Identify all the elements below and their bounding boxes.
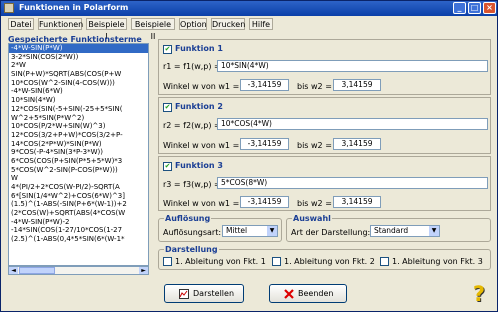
maximize-button[interactable]: □ [468,2,481,14]
list-item[interactable]: (1.5)^(1-ABS(-SIN(P+6*(W-1))+2 [9,200,148,209]
menu-beispiele-2[interactable]: Beispiele II [131,18,175,41]
help-icon[interactable]: ? [467,282,491,306]
function-1-w1-input[interactable]: -3,14159 [240,79,289,91]
function-list[interactable]: -4*W-SIN(P*W) 3-2*SIN(COS(2*W)) 2*W SIN(… [8,43,149,266]
function-3-expression-input[interactable]: 5*COS(8*W) [217,177,488,189]
function-3-w2-input[interactable]: 3,14159 [333,196,381,208]
function-3-bis-label: bis w2 = [297,199,332,208]
list-item[interactable]: 14*COS(2*P*W)*SIN(P*W) [9,140,148,149]
list-item[interactable]: 3-2*SIN(COS(2*W)) [9,53,148,62]
darstellen-button[interactable]: Darstellen [164,284,244,303]
auswahl-label: Art der Darstellung: [291,228,371,237]
auswahl-title: Auswahl [292,214,332,223]
list-item[interactable]: 2*W [9,61,148,70]
beenden-button[interactable]: Beenden [269,284,347,303]
aufloesung-group: Auflösung Auflösungsart: Mittel ▼ [158,214,282,242]
function-1-checkbox[interactable] [163,45,172,54]
function-2-checkbox[interactable] [163,103,172,112]
function-3-panel: Funktion 3 r3 = f3(w,p) = 5*COS(8*W) Win… [158,156,491,211]
aufloesung-label: Auflösungsart: [163,228,222,237]
ableitung-2-checkbox[interactable] [272,257,281,266]
beenden-label: Beenden [298,289,334,298]
list-item[interactable]: -14*SIN(COS(1-27/10*COS(1-27 [9,226,148,235]
aufloesung-value: Mittel [226,226,248,235]
list-item[interactable]: (2.5)^(1-ABS(0,4*5*SIN(6*(W-1* [9,235,148,244]
function-1-w2-input[interactable]: 3,14159 [333,79,381,91]
function-2-label: r2 = f2(w,p) = [163,121,221,130]
auswahl-select[interactable]: Standard ▼ [370,225,440,237]
function-3-title: Funktion 3 [175,161,223,170]
function-1-expression-input[interactable]: 10*SIN(4*W) [217,60,488,72]
function-3-winkel-label: Winkel w von w1 = [163,199,240,208]
list-item[interactable]: 6*COS(COS(P+SIN(P*5+5*W)*3 [9,157,148,166]
list-item[interactable]: 4*(PI/2+2*COS(W-PI/2)-SQRT(A [9,183,148,192]
function-3-checkbox[interactable] [163,162,172,171]
function-2-panel: Funktion 2 r2 = f2(w,p) = 10*COS(4*W) Wi… [158,97,491,154]
menu-beispiele-1[interactable]: Beispiele I [86,18,127,41]
function-3-label: r3 = f3(w,p) = [163,180,221,189]
function-1-panel: Funktion 1 r1 = f1(w,p) = 10*SIN(4*W) Wi… [158,39,491,95]
function-2-title: Funktion 2 [175,102,223,111]
ableitung-1-label: 1. Ableitung von Fkt. 1 [175,257,266,266]
function-2-expression-input[interactable]: 10*COS(4*W) [217,118,488,130]
list-item[interactable]: (2*COS(W)+SQRT(ABS(4*COS(W [9,209,148,218]
menu-drucken[interactable]: Drucken [211,18,245,30]
darstellung-title: Darstellung [164,245,219,254]
auswahl-group: Auswahl Art der Darstellung: Standard ▼ [286,214,491,242]
menu-bar: Datei Funktionen Beispiele I Beispiele I… [1,16,497,41]
function-1-title: Funktion 1 [175,44,223,53]
ableitung-3-checkbox[interactable] [380,257,389,266]
function-2-winkel-label: Winkel w von w1 = [163,141,240,150]
function-1-bis-label: bis w2 = [297,82,332,91]
list-item[interactable]: 10*SIN(4*W) [9,96,148,105]
menu-hilfe[interactable]: Hilfe [249,18,273,30]
aufloesung-title: Auflösung [164,214,212,223]
list-item[interactable]: 6*[SIN(1/4*W^2)+COS(6*W)^3] [9,192,148,201]
ableitung-1-checkbox[interactable] [163,257,172,266]
chevron-down-icon[interactable]: ▼ [267,226,277,236]
list-item[interactable]: 10*COS(W^2-SIN(4-COS(W))) [9,79,148,88]
chevron-down-icon[interactable]: ▼ [429,226,439,236]
chart-icon [179,288,189,299]
list-item[interactable]: 12*COS(SIN(-5+SIN(-25+5*SIN( [9,105,148,114]
darstellen-label: Darstellen [193,289,235,298]
menu-option[interactable]: Option [179,18,207,30]
function-1-label: r1 = f1(w,p) = [163,62,221,71]
list-item[interactable]: -4*W-SIN(6*W) [9,87,148,96]
list-item[interactable]: SIN(P+W)*SQRT(ABS(COS(P+W [9,70,148,79]
list-item[interactable]: W [9,174,148,183]
scroll-thumb[interactable] [19,267,55,274]
list-item[interactable]: 5*COS(W^2-SIN(P-COS(P*W))) [9,166,148,175]
list-item[interactable]: W^2+5*SIN(P*W^2) [9,114,148,123]
list-horizontal-scrollbar[interactable]: ◄ ► [8,266,149,275]
aufloesung-select[interactable]: Mittel ▼ [222,225,278,237]
ableitung-2-label: 1. Ableitung von Fkt. 2 [284,257,375,266]
function-2-w1-input[interactable]: -3,14159 [240,138,289,150]
darstellung-group: Darstellung 1. Ableitung von Fkt. 1 1. A… [158,245,491,270]
close-icon [284,288,294,299]
ableitung-3-label: 1. Ableitung von Fkt. 3 [392,257,483,266]
close-button[interactable]: × [483,2,496,14]
menu-funktionen[interactable]: Funktionen [38,18,83,30]
menu-datei[interactable]: Datei [8,18,34,30]
list-item[interactable]: -4*W-SIN(P*W) [9,44,148,53]
list-item[interactable]: 10*COS(P/2*W+SIN(W)^3) [9,122,148,131]
function-2-bis-label: bis w2 = [297,141,332,150]
scroll-left-icon[interactable]: ◄ [9,267,18,274]
function-2-w2-input[interactable]: 3,14159 [333,138,381,150]
auswahl-value: Standard [374,226,409,235]
list-item[interactable]: 12*COS(3/2+P+W)*COS(3/2+P- [9,131,148,140]
scroll-right-icon[interactable]: ► [139,267,148,274]
title-bar[interactable]: Funktionen in Polarform _ □ × [1,1,497,16]
function-3-w1-input[interactable]: -3,14159 [240,196,289,208]
window-title: Funktionen in Polarform [19,3,129,12]
main-window: Funktionen in Polarform _ □ × Datei Funk… [0,0,498,312]
minimize-button[interactable]: _ [453,2,466,14]
list-item[interactable]: -4*W-SIN(P*W)-2 [9,218,148,227]
app-icon [4,3,14,13]
list-item[interactable]: 9*COS(-P-4*SIN(3*P-3*W)) [9,148,148,157]
function-1-winkel-label: Winkel w von w1 = [163,82,240,91]
